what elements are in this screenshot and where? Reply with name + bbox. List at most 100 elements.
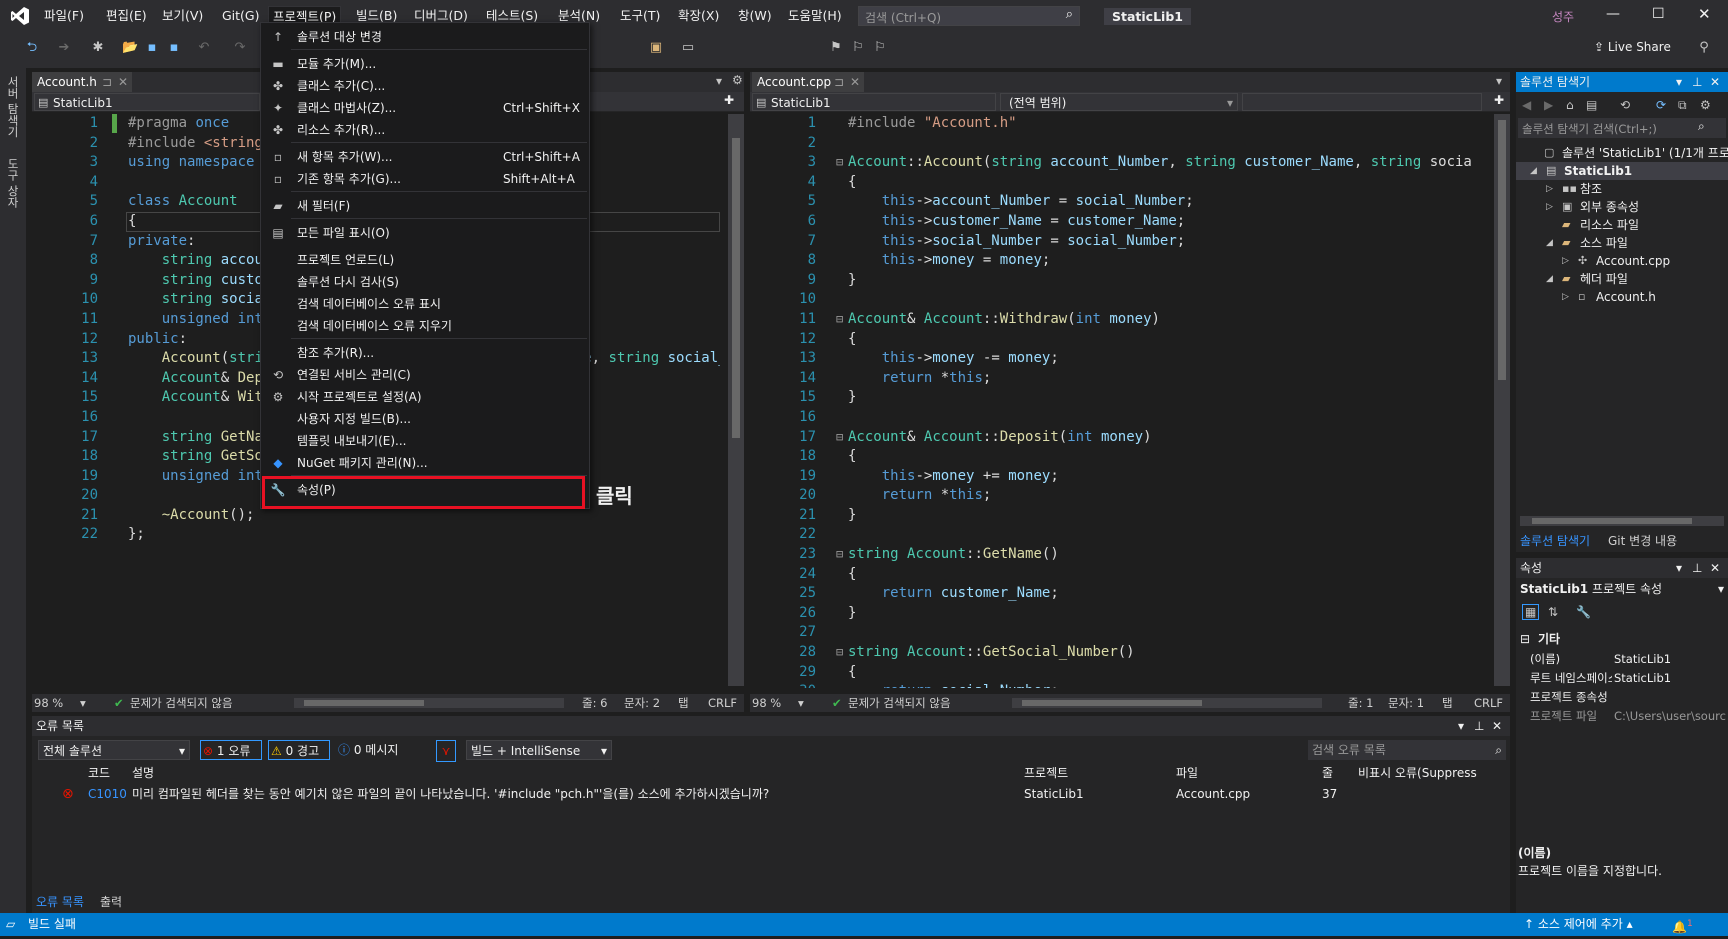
fold-marker[interactable] — [836, 114, 848, 134]
menu-item[interactable]: ⟲ 연결된 서비스 관리(C) — [261, 364, 589, 386]
code-line[interactable] — [848, 134, 1494, 154]
alphabetical-icon[interactable]: ⇅ — [1548, 605, 1558, 619]
expand-icon[interactable]: ▷ — [1546, 198, 1553, 216]
code-line[interactable] — [848, 408, 1494, 428]
tree-references[interactable]: ▷ ▪▪ 참조 — [1516, 180, 1728, 198]
code-line[interactable]: this->money += money; — [848, 467, 1494, 487]
code-line[interactable]: { — [848, 173, 1494, 193]
undo-icon[interactable]: ↶ — [196, 40, 212, 56]
property-row[interactable]: 루트 네임스페이스 StaticLib1 — [1516, 669, 1728, 688]
code-line[interactable]: #include "Account.h" — [848, 114, 1494, 134]
menu-item[interactable]: ✤ 클래스 추가(C)... — [261, 75, 589, 97]
code-line[interactable]: string Account::GetName() — [848, 545, 1494, 565]
server-explorer-tab[interactable]: 서버 탐색기 — [0, 72, 26, 142]
code-line[interactable]: Account& Account::Deposit(int money) — [848, 428, 1494, 448]
bookmark-next-icon[interactable]: ⚐ — [872, 40, 888, 56]
fold-marker[interactable] — [836, 251, 848, 271]
fold-marker[interactable] — [836, 408, 848, 428]
expand-icon[interactable]: ▷ — [1562, 288, 1569, 306]
search-input[interactable]: 검색 (Ctrl+Q) — [865, 9, 941, 26]
pane-menu-icon[interactable]: ▾ — [1676, 558, 1682, 578]
code-line[interactable]: } — [848, 388, 1494, 408]
tab-mode[interactable]: 탭 — [1442, 694, 1453, 712]
menu-item[interactable]: ▫ 기존 항목 추가(G)... Shift+Alt+A — [261, 168, 589, 190]
pin-icon[interactable]: ⊥ — [1474, 716, 1484, 736]
properties-category[interactable]: ⊟ 기타 — [1518, 630, 1726, 648]
code-area[interactable]: #include "Account.h" Account::Account(st… — [848, 114, 1494, 688]
menu-tools[interactable]: 도구(T) — [616, 6, 664, 26]
se-search-input[interactable]: 솔루션 탐색기 검색(Ctrl+;) — [1522, 121, 1657, 137]
horizontal-scrollbar[interactable] — [1012, 698, 1322, 708]
back-icon[interactable]: ⮌ — [24, 40, 40, 56]
menu-window[interactable]: 창(W) — [734, 6, 776, 26]
project-nav-dropdown[interactable]: StaticLib1 ▤ — [34, 93, 260, 111]
search-icon[interactable]: ⌕ — [1066, 7, 1073, 22]
fold-marker[interactable] — [836, 271, 848, 291]
pin-icon[interactable]: ⊥ — [1692, 558, 1702, 578]
bookmark-icon[interactable]: ⚑ — [828, 40, 844, 56]
expand-icon[interactable]: ◢ — [1546, 270, 1553, 288]
save-icon[interactable]: ▪ — [144, 40, 160, 56]
fold-marker[interactable] — [836, 290, 848, 310]
project-nav-dropdown[interactable]: StaticLib1 ▤ — [752, 93, 996, 111]
save-all-icon[interactable]: ▪ — [166, 40, 182, 56]
fold-marker[interactable] — [836, 525, 848, 545]
close-button[interactable]: ✕ — [1698, 5, 1711, 23]
fold-marker[interactable] — [836, 388, 848, 408]
code-line[interactable]: string Account::GetSocial_Number() — [848, 643, 1494, 663]
close-icon[interactable]: ✕ — [1710, 72, 1720, 92]
split-add-icon[interactable]: ✚ — [1494, 93, 1504, 107]
pane-menu-icon[interactable]: ▾ — [1458, 716, 1464, 736]
column-header[interactable]: 줄 — [1322, 764, 1333, 782]
source-control-button[interactable]: ↑ 소스 제어에 추가 ▴ — [1524, 913, 1633, 936]
menu-item[interactable]: 프로젝트 언로드(L) — [261, 249, 589, 271]
issues-status[interactable]: 문제가 검색되지 않음 — [130, 694, 233, 712]
expand-icon[interactable]: ▷ — [1546, 180, 1553, 198]
menu-item[interactable]: 솔루션 다시 검사(S) — [261, 271, 589, 293]
issues-status[interactable]: 문제가 검색되지 않음 — [848, 694, 951, 712]
back-icon[interactable]: ◀ — [1522, 94, 1531, 116]
menu-item[interactable]: 사용자 지정 빌드(B)... — [261, 408, 589, 430]
menu-item[interactable]: ▫ 새 항목 추가(W)... Ctrl+Shift+A — [261, 146, 589, 168]
pin-icon[interactable]: ⊥ — [1692, 72, 1702, 92]
new-project-icon[interactable]: ✱ — [90, 40, 106, 56]
fold-marker[interactable] — [836, 467, 848, 487]
tab-solution-explorer[interactable]: 솔루션 탐색기 — [1520, 530, 1590, 552]
categorized-icon[interactable]: ▦ — [1522, 604, 1540, 620]
source-dropdown[interactable]: 빌드 + IntelliSense ▾ — [466, 740, 612, 760]
code-line[interactable]: } — [848, 271, 1494, 291]
menu-item[interactable]: 템플릿 내보내기(E)... — [261, 430, 589, 452]
fold-marker[interactable]: ⊟ — [836, 310, 848, 330]
property-row[interactable]: 프로젝트 종속성 — [1516, 688, 1728, 707]
tree-account-cpp[interactable]: ▷ ✣ Account.cpp — [1516, 252, 1728, 270]
fold-marker[interactable] — [836, 232, 848, 252]
code-line[interactable]: return *this; — [848, 486, 1494, 506]
pin-icon[interactable]: ⊐ — [102, 72, 112, 92]
fold-marker[interactable] — [836, 584, 848, 604]
vertical-scrollbar[interactable] — [728, 114, 744, 686]
redo-icon[interactable]: ↷ — [232, 40, 248, 56]
tab-account-h[interactable]: Account.h ⊐ ✕ — [32, 72, 132, 92]
code-line[interactable]: }; — [128, 525, 720, 545]
zoom-level[interactable]: 98 % — [34, 694, 63, 712]
menu-item[interactable]: ▬ 모듈 추가(M)... — [261, 53, 589, 75]
menu-view[interactable]: 보기(V) — [158, 6, 207, 26]
split-add-icon[interactable]: ✚ — [724, 93, 734, 107]
refresh-icon[interactable]: ⟳ — [1656, 94, 1666, 116]
feedback-icon[interactable]: ⚲ — [1696, 40, 1712, 56]
code-line[interactable]: this->social_Number = social_Number; — [848, 232, 1494, 252]
code-line[interactable]: Account& Account::Withdraw(int money) — [848, 310, 1494, 330]
forward-icon[interactable]: ▶ — [1544, 94, 1553, 116]
code-line[interactable]: { — [848, 447, 1494, 467]
property-pages-icon[interactable]: 🔧 — [1576, 605, 1591, 619]
menu-item[interactable]: ↑ 솔루션 대상 변경 — [261, 26, 589, 48]
home-icon[interactable]: ⌂ — [1566, 94, 1574, 116]
menu-item[interactable]: 검색 데이터베이스 오류 지우기 — [261, 315, 589, 337]
menu-item[interactable]: ▤ 모든 파일 표시(O) — [261, 222, 589, 244]
menu-help[interactable]: 도움말(H) — [784, 6, 846, 26]
menu-item[interactable]: 검색 데이터베이스 오류 표시 — [261, 293, 589, 315]
code-line[interactable]: this->customer_Name = customer_Name; — [848, 212, 1494, 232]
editor-settings-icon[interactable]: ⚙ — [732, 73, 743, 87]
fold-marker[interactable]: ⊟ — [836, 545, 848, 565]
pin-icon[interactable]: ⊐ — [834, 72, 844, 92]
